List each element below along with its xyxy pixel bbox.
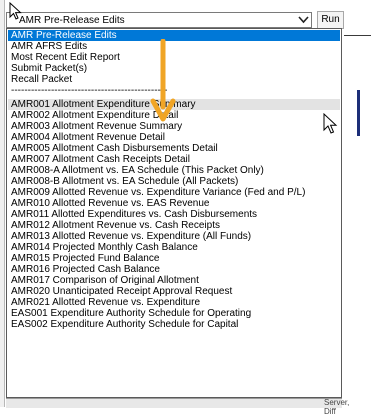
- list-item[interactable]: AMR007 Allotment Cash Receipts Detail: [8, 154, 340, 165]
- list-item[interactable]: AMR008-B Allotment vs. EA Schedule (All …: [8, 176, 340, 187]
- list-item[interactable]: AMR009 Allotted Revenue vs. Expenditure …: [8, 187, 340, 198]
- list-item[interactable]: AMR015 Projected Fund Balance: [8, 253, 340, 264]
- background-divider: [344, 35, 371, 36]
- background-partial-text: Server, Diff: [324, 398, 350, 416]
- list-item[interactable]: AMR004 Allotment Revenue Detail: [8, 132, 340, 143]
- mouse-pointer-icon: [323, 113, 338, 134]
- list-item[interactable]: AMR008-A Allotment vs. EA Schedule (This…: [8, 165, 340, 176]
- run-button[interactable]: Run: [317, 11, 344, 29]
- chevron-down-icon[interactable]: [296, 14, 310, 26]
- list-item[interactable]: AMR010 Allotted Revenue vs. EAS Revenue: [8, 198, 340, 209]
- list-item[interactable]: AMR014 Projected Monthly Cash Balance: [8, 242, 340, 253]
- report-select-value: AMR Pre-Release Edits: [19, 15, 125, 26]
- list-item[interactable]: AMR017 Comparison of Original Allotment: [8, 275, 340, 286]
- list-item[interactable]: AMR011 Allotted Expenditures vs. Cash Di…: [8, 209, 340, 220]
- list-item[interactable]: AMR020 Unanticipated Receipt Approval Re…: [8, 286, 340, 297]
- list-item[interactable]: AMR012 Allotment Revenue vs. Cash Receip…: [8, 220, 340, 231]
- report-select[interactable]: AMR Pre-Release Edits: [6, 12, 312, 28]
- list-item[interactable]: AMR021 Allotted Revenue vs. Expenditure: [8, 297, 340, 308]
- background-accent-bar: [357, 90, 360, 136]
- arrow-down-icon: [150, 39, 176, 122]
- background-panel-right: [344, 0, 371, 407]
- list-item[interactable]: EAS002 Expenditure Authority Schedule fo…: [8, 319, 340, 330]
- run-button-label: Run: [321, 14, 340, 25]
- mouse-pointer-icon: [9, 2, 22, 20]
- background-panel-left: [0, 0, 5, 407]
- list-item[interactable]: AMR016 Projected Cash Balance: [8, 264, 340, 275]
- list-item[interactable]: AMR013 Allotted Revenue vs. Expenditure …: [8, 231, 340, 242]
- list-item[interactable]: EAS001 Expenditure Authority Schedule fo…: [8, 308, 340, 319]
- list-item[interactable]: AMR005 Allotment Cash Disbursements Deta…: [8, 143, 340, 154]
